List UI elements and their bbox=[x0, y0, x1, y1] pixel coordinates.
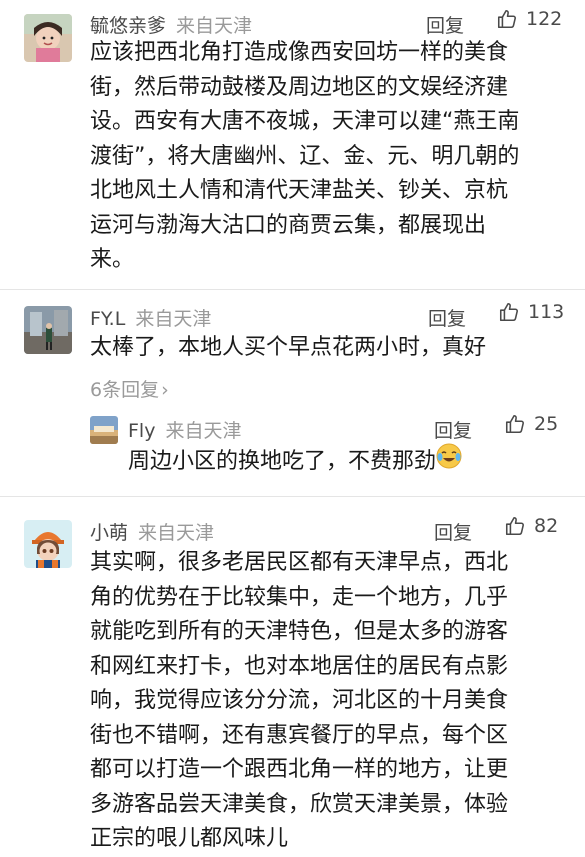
comment-2: FY.L 来自天津 回复 113 太棒了，本地人买个早点花两小时，真好 6条回复 ›… bbox=[0, 290, 585, 496]
comment-line: 多游客品尝天津美食，欣赏天津美景，体验 bbox=[90, 791, 509, 817]
comment-3: 小萌 来自天津 回复 82 其实啊，很多老居民区都有天津早点，西北 角的优势在于比… bbox=[0, 497, 585, 851]
comment-line: 设。西安有大唐不夜城，天津可以建“燕王南 bbox=[90, 109, 520, 134]
comment-text: 应该把西北角打造成像西安回坊一样的美食 街，然后带动鼓楼及周边地区的文娱经济建 … bbox=[90, 36, 519, 278]
comment-line: 运河与渤海大沽口的商贾云集，都展现出 bbox=[90, 212, 487, 238]
thumbs-up-icon bbox=[497, 9, 516, 29]
more-replies-link[interactable]: 6条回复 › bbox=[90, 375, 169, 402]
comment-text: 其实啊，很多老居民区都有天津早点，西北 角的优势在于比较集中，走一个地方，几乎 … bbox=[90, 546, 508, 857]
sub-reply-avatar[interactable] bbox=[90, 416, 118, 444]
comment-line: 正宗的哏儿都风味儿 bbox=[90, 826, 289, 851]
username-text[interactable]: FY.L bbox=[90, 308, 125, 330]
like-count: 122 bbox=[526, 8, 563, 30]
comment-line: 街也不错啊，还有惠宾餐厅的早点，每个区 bbox=[90, 722, 509, 748]
comment-line: 和网红来打卡，也对本地居住的居民有点影 bbox=[90, 653, 509, 679]
comment-text: 太棒了，本地人买个早点花两小时，真好 bbox=[90, 331, 486, 366]
thumbs-up-icon bbox=[505, 414, 524, 434]
reply-button[interactable]: 回复 bbox=[428, 304, 466, 331]
sub-reply-text: 周边小区的换地吃了，不费那劲 bbox=[128, 443, 462, 478]
comment-line: 角的优势在于比较集中，走一个地方，几乎 bbox=[90, 584, 509, 610]
comment-line: 渡街”，将大唐幽州、辽、金、元、明几朝的 bbox=[90, 143, 520, 169]
location-text: 来自天津 bbox=[176, 15, 253, 37]
thumbs-up-icon bbox=[499, 302, 518, 322]
like-count: 113 bbox=[528, 301, 565, 323]
comment-1: 毓悠亲爹 来自天津 回复 122 应该把西北角打造成像西安回坊一样的美食 街，然后… bbox=[0, 0, 585, 290]
username-text[interactable]: 毓悠亲爹 bbox=[90, 15, 166, 37]
username-text[interactable]: Fly bbox=[128, 420, 155, 442]
like-button[interactable]: 25 bbox=[504, 413, 558, 435]
comment-line: 街，然后带动鼓楼及周边地区的文娱经济建 bbox=[90, 74, 509, 100]
reply-button[interactable]: 回复 bbox=[434, 518, 472, 545]
thumbs-up-icon bbox=[505, 516, 524, 536]
reply-line: 周边小区的换地吃了，不费那劲 bbox=[128, 448, 437, 474]
username-text[interactable]: 小萌 bbox=[90, 522, 128, 544]
username[interactable]: 毓悠亲爹 来自天津 bbox=[90, 11, 252, 38]
avatar[interactable] bbox=[24, 306, 72, 354]
comment-line: 北地风土人情和清代天津盐关、钞关、京杭 bbox=[90, 178, 509, 203]
like-count: 25 bbox=[534, 413, 559, 435]
username[interactable]: FY.L 来自天津 bbox=[90, 304, 211, 331]
avatar[interactable] bbox=[24, 520, 72, 568]
sub-reply-username[interactable]: Fly 来自天津 bbox=[128, 416, 241, 443]
avatar[interactable] bbox=[24, 14, 72, 62]
reply-button[interactable]: 回复 bbox=[434, 416, 472, 443]
laughing-crying-emoji-icon bbox=[436, 443, 462, 481]
comment-line: 都可以打造一个跟西北角一样的地方，让更 bbox=[90, 757, 509, 782]
like-button[interactable]: 82 bbox=[504, 515, 558, 537]
comment-line: 响，我觉得应该分分流，河北区的十月美食 bbox=[90, 688, 509, 713]
comment-line: 来。 bbox=[90, 247, 135, 272]
reply-button[interactable]: 回复 bbox=[426, 11, 464, 38]
comment-line: 其实啊，很多老居民区都有天津早点，西北 bbox=[90, 550, 509, 575]
location-text: 来自天津 bbox=[165, 420, 242, 442]
location-text: 来自天津 bbox=[135, 308, 212, 330]
like-button[interactable]: 122 bbox=[496, 8, 562, 30]
comment-line: 应该把西北角打造成像西安回坊一样的美食 bbox=[90, 40, 509, 65]
location-text: 来自天津 bbox=[138, 522, 215, 544]
like-button[interactable]: 113 bbox=[498, 301, 564, 323]
username[interactable]: 小萌 来自天津 bbox=[90, 518, 214, 545]
comment-line: 就能吃到所有的天津特色，但是太多的游客 bbox=[90, 619, 509, 644]
comment-line: 太棒了，本地人买个早点花两小时，真好 bbox=[90, 335, 487, 360]
chevron-right-icon: › bbox=[161, 379, 169, 401]
like-count: 82 bbox=[534, 515, 559, 537]
more-replies-text: 6条回复 bbox=[90, 379, 160, 401]
